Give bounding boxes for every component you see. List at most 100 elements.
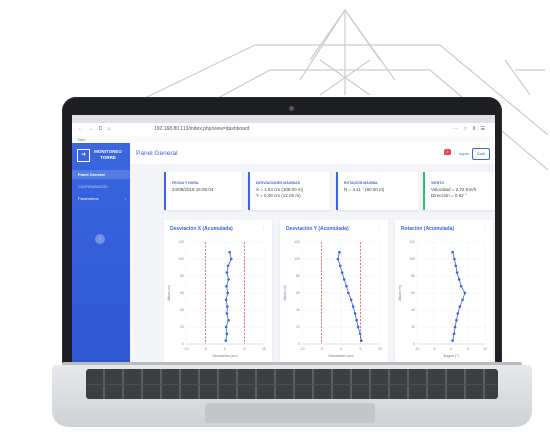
chart-title: Desviación X (Acumulada) bbox=[170, 226, 233, 232]
data-point bbox=[454, 264, 458, 268]
y-tick-label: 100 bbox=[294, 257, 300, 261]
data-point bbox=[226, 291, 230, 295]
sidebar-section-heading: CONFIGURACIÓN bbox=[78, 185, 108, 189]
chart-desviacion-x: -10 -5 0 5 10020406080100120Desviación (cm)A… bbox=[167, 240, 266, 358]
y-tick-label: 60 bbox=[296, 291, 300, 295]
y-tick-label: 20 bbox=[296, 325, 300, 329]
sidebar-item-label: Parámetros bbox=[78, 196, 99, 201]
top-bar: Panel General ! super Salir bbox=[130, 143, 495, 164]
more-icon[interactable]: ⋮ bbox=[482, 225, 487, 231]
y-tick-label: 0 bbox=[413, 342, 415, 346]
data-point bbox=[351, 305, 355, 308]
bookmark-item[interactable]: Dev bbox=[78, 137, 85, 142]
y-tick-label: 0 bbox=[298, 342, 300, 346]
url-input[interactable]: 192.168.80.113/index.php/view=dashboard bbox=[154, 126, 384, 133]
data-point bbox=[224, 325, 228, 329]
scene: ← → C ⌂ 192.168.80.113/index.php/view=da… bbox=[0, 0, 550, 433]
more-icon[interactable]: ⋮ bbox=[261, 225, 266, 231]
x-axis-label: Desviación (cm) bbox=[212, 354, 237, 358]
brand-line2: TORRE bbox=[100, 155, 116, 160]
sidebar-item-panel-general[interactable]: Panel General bbox=[72, 170, 130, 179]
y-tick-label: 80 bbox=[296, 274, 300, 278]
data-point bbox=[224, 339, 228, 342]
stat-value: X = 1.63 cm (108.00 m) Y = 0.49 cm (12.0… bbox=[256, 187, 303, 199]
browser-nav-icons[interactable]: ← → C ⌂ bbox=[78, 126, 113, 132]
page-title: Panel General bbox=[136, 150, 178, 157]
data-point bbox=[358, 332, 362, 336]
data-point bbox=[451, 339, 454, 342]
browser-toolbar-icons[interactable]: ⋯ ☆ ⫴ ☰ bbox=[453, 126, 487, 132]
screen: ← → C ⌂ 192.168.80.113/index.php/view=da… bbox=[72, 115, 495, 364]
y-axis-label: Altura (m) bbox=[398, 285, 402, 300]
y-tick-label: 40 bbox=[296, 308, 300, 312]
y-tick-label: 40 bbox=[180, 308, 184, 312]
keyboard-row-divider bbox=[86, 384, 498, 385]
data-point bbox=[228, 250, 231, 254]
data-point bbox=[455, 318, 458, 322]
y-tick-label: 40 bbox=[411, 308, 415, 312]
x-tick-label: -5 bbox=[320, 347, 323, 351]
data-point bbox=[455, 271, 459, 274]
data-point bbox=[349, 298, 353, 302]
x-tick-label: 5 bbox=[360, 347, 362, 351]
stat-value: Velocidad = 2.72 Km/h Dirección = 0.62 ° bbox=[431, 187, 476, 199]
sidebar-item-label: Panel General bbox=[78, 172, 105, 177]
stat-line1: 24/08/2019 15:05:04 bbox=[172, 187, 214, 192]
x-tick-label: -10 bbox=[299, 347, 304, 351]
brand[interactable]: ➜ MONITOREO TORRE bbox=[76, 146, 126, 165]
chart-title: Desviación Y (Acumulada) bbox=[286, 226, 349, 232]
y-tick-label: 120 bbox=[294, 240, 300, 244]
x-tick-label: 10 bbox=[378, 347, 382, 351]
more-icon[interactable]: ⋮ bbox=[377, 225, 382, 231]
data-point bbox=[226, 305, 229, 308]
tab-bar bbox=[72, 115, 495, 123]
data-point bbox=[229, 257, 233, 261]
stat-line2: Y = 0.49 cm (12.00 m) bbox=[256, 193, 301, 198]
logout-button[interactable]: Salir bbox=[472, 148, 490, 160]
data-point bbox=[453, 325, 457, 329]
x-tick-label: 10 bbox=[262, 347, 266, 351]
y-tick-label: 100 bbox=[409, 257, 415, 261]
y-tick-label: 120 bbox=[178, 240, 184, 244]
sidebar: ➜ MONITOREO TORRE Panel General CONFIGUR… bbox=[72, 143, 130, 364]
data-point bbox=[356, 325, 360, 329]
stat-label: DESVIACIONES MÁXIMAS bbox=[256, 181, 300, 185]
bookmarks-bar: Dev bbox=[72, 136, 495, 143]
data-point bbox=[227, 318, 230, 322]
sidebar-item-parametros[interactable]: Parámetros › bbox=[78, 196, 126, 201]
notification-bell-icon[interactable]: ! bbox=[444, 149, 451, 155]
chart-card-desviacion-y: Desviación Y (Acumulada) ⋮ -10 -5 0 5 10 0 20 4… bbox=[280, 220, 388, 364]
data-point bbox=[224, 298, 228, 302]
data-point bbox=[226, 264, 230, 268]
user-name[interactable]: super bbox=[459, 151, 469, 156]
data-point bbox=[355, 318, 358, 322]
chart-card-desviacion-x: Desviación X (Acumulada) ⋮ -10 -5 0 5 10 0 20 4… bbox=[164, 220, 272, 364]
chevron-right-icon: › bbox=[124, 196, 126, 201]
data-point bbox=[461, 298, 464, 302]
chart-desviacion-y: -10 -5 0 5 10020406080100120Desviación (cm)A… bbox=[283, 240, 382, 358]
brand-logo-icon: ➜ bbox=[77, 149, 90, 162]
y-tick-label: 20 bbox=[411, 325, 415, 329]
chart-title: Rotación (Acumulada) bbox=[401, 226, 455, 232]
data-point bbox=[225, 284, 228, 288]
sidebar-toggle-button[interactable]: ‹ bbox=[95, 234, 105, 244]
data-point bbox=[227, 278, 230, 281]
stat-card-fecha: FECHA Y HORA 24/08/2019 15:05:04 bbox=[164, 172, 242, 210]
x-tick-label: -5 bbox=[432, 347, 435, 351]
x-tick-label: -5 bbox=[204, 347, 207, 351]
stat-card-desviaciones: DESVIACIONES MÁXIMAS X = 1.63 cm (108.00… bbox=[248, 172, 330, 210]
data-point bbox=[345, 284, 348, 288]
x-tick-label: -10 bbox=[414, 347, 419, 351]
stat-value: 24/08/2019 15:05:04 bbox=[172, 187, 213, 193]
data-point bbox=[452, 332, 456, 336]
trackpad bbox=[205, 403, 375, 423]
x-axis-label: Ángulo (°) bbox=[443, 354, 459, 358]
data-point bbox=[225, 271, 229, 274]
stat-label: FECHA Y HORA bbox=[172, 181, 199, 185]
camera-icon bbox=[289, 106, 294, 111]
data-point bbox=[456, 312, 460, 315]
chart-rotacion: -10 -5 0 5 10020406080100120Ángulo (°)Altura… bbox=[398, 240, 487, 358]
data-point bbox=[451, 250, 454, 254]
y-tick-label: 20 bbox=[180, 325, 184, 329]
stat-card-rotacion: ROTACIÓN MÁXIMA R = 4.11 ° (60.00 m) bbox=[336, 172, 418, 210]
